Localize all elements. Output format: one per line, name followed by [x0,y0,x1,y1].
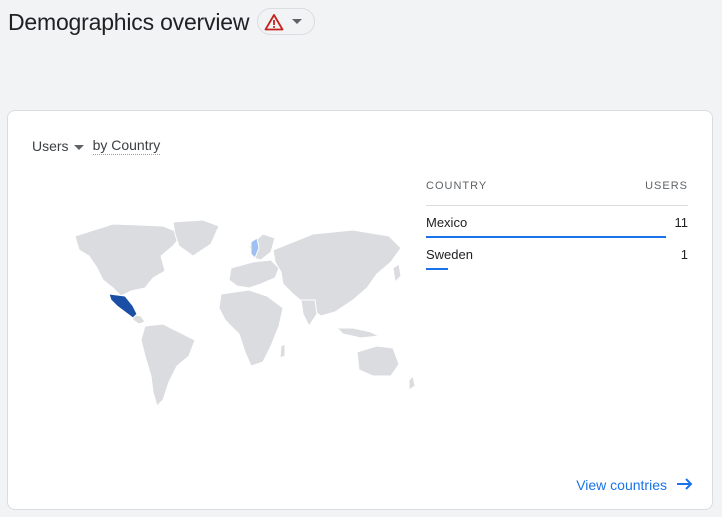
map-mexico [108,293,138,319]
column-header-country: COUNTRY [426,180,488,192]
arrow-right-icon [677,477,693,493]
users-value: 11 [674,214,689,230]
map-asia [272,229,402,317]
view-countries-label: View countries [576,477,667,493]
column-header-users: USERS [645,180,688,192]
map-india [300,299,318,327]
map-australia [356,345,400,377]
map-europe [228,259,280,289]
map-madagascar [279,343,286,359]
users-value: 1 [680,246,688,262]
map-africa [218,289,284,367]
demographics-card: Users by Country COUNTRY USERS Mexico 11… [7,110,713,510]
map-new-zealand [408,374,416,391]
table-header: COUNTRY USERS [426,177,688,206]
map-japan [392,263,402,284]
world-map[interactable] [53,216,423,421]
share-bar [426,268,448,270]
country-table: COUNTRY USERS Mexico 11 Sweden 1 [426,177,688,270]
country-name: Mexico [426,214,468,230]
metric-select[interactable]: Users [32,138,84,154]
map-north-america [74,223,184,297]
map-greenland [172,219,220,257]
country-name: Sweden [426,246,473,262]
table-row[interactable]: Mexico 11 [426,206,688,238]
warning-dropdown-chip[interactable] [257,8,315,35]
map-indonesia [335,327,381,339]
page-title: Demographics overview [8,9,250,35]
view-countries-link[interactable]: View countries [576,477,693,493]
dimension-select[interactable]: by Country [92,137,161,155]
card-header: Users by Country [32,137,161,155]
warning-icon [264,13,284,31]
metric-label: Users [32,138,69,154]
chevron-down-icon [292,18,302,25]
map-south-america [140,323,196,407]
table-row[interactable]: Sweden 1 [426,238,688,270]
chevron-down-icon [69,138,84,154]
